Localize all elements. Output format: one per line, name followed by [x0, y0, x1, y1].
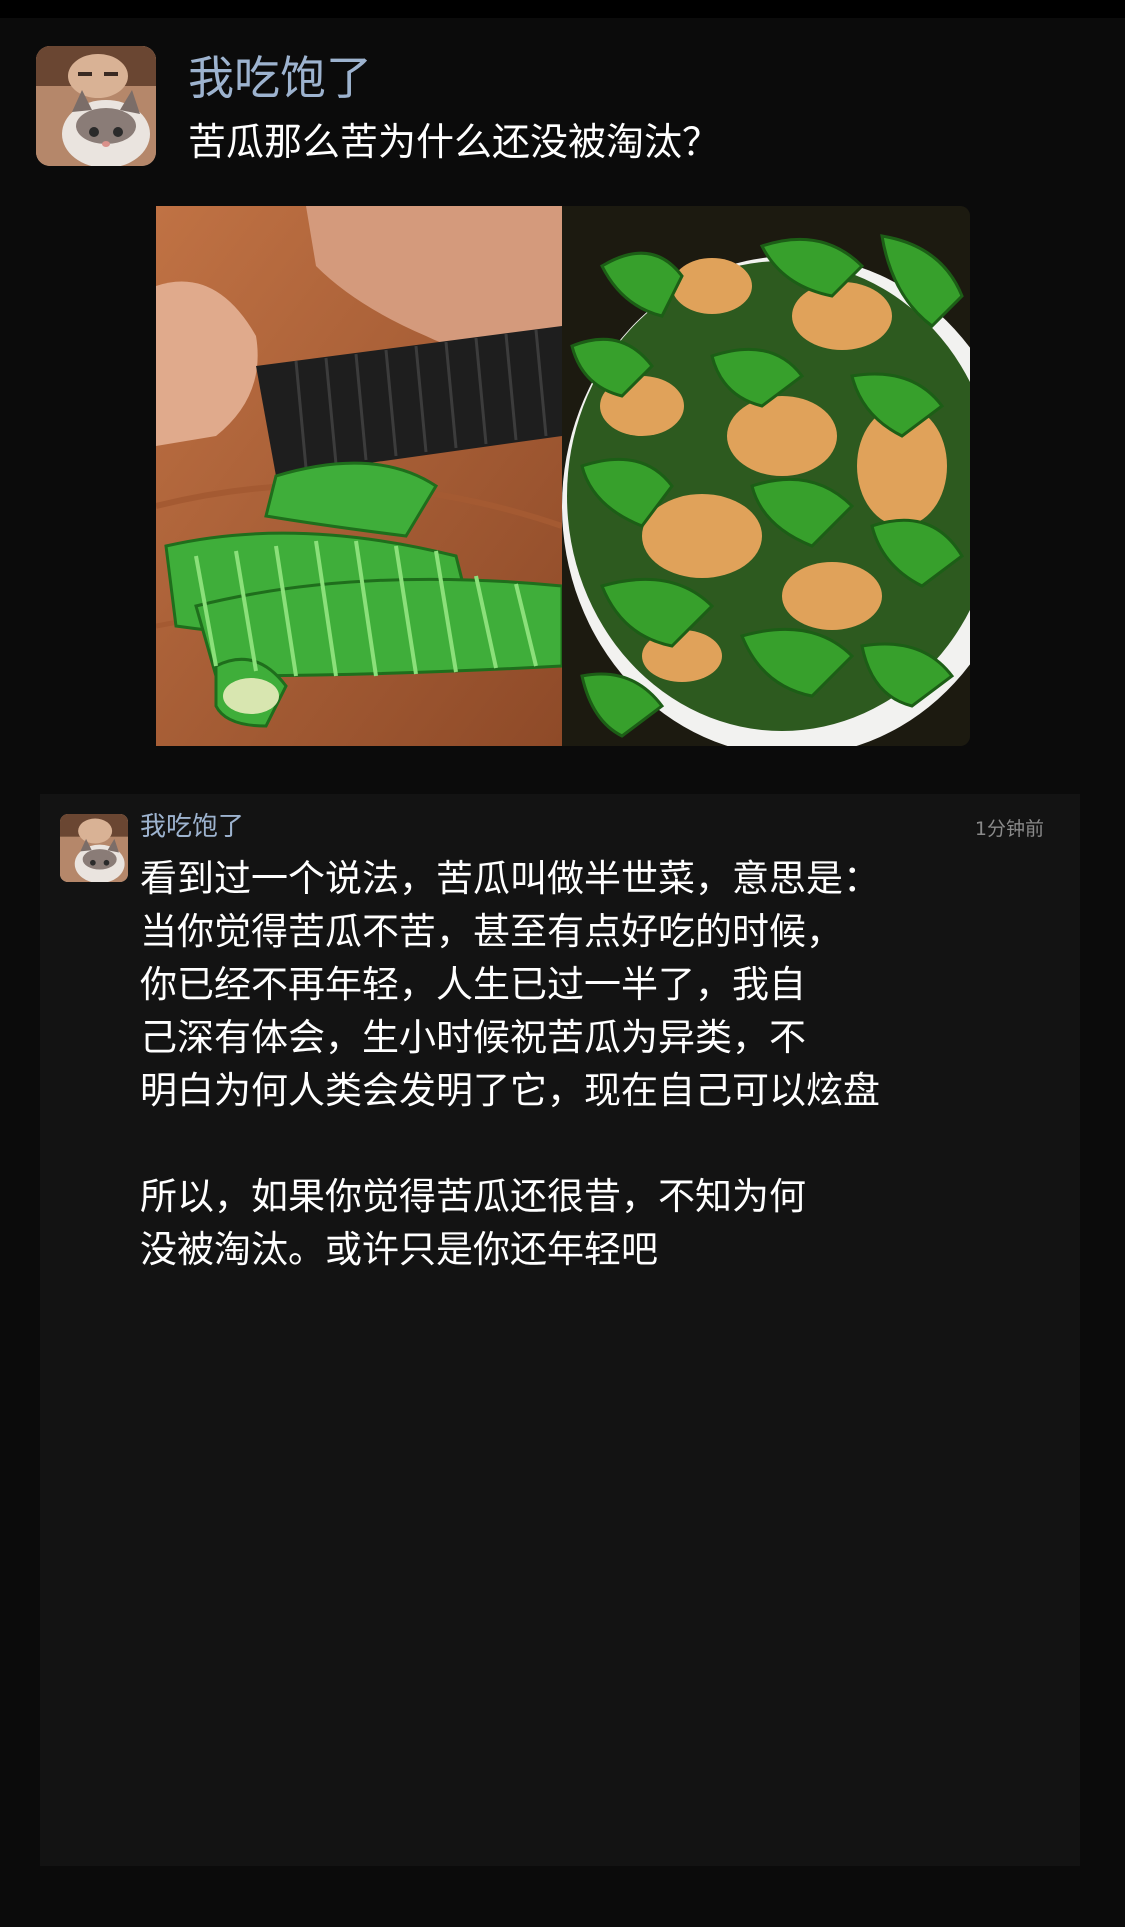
- comment-line: 你已经不再年轻，人生已过一半了，我自: [140, 963, 806, 1006]
- post-title[interactable]: 苦瓜那么苦为什么还没被淘汰？: [188, 116, 720, 168]
- bitter-melon-egg-dish-image: [562, 206, 970, 746]
- comment-line: 明白为何人类会发明了它，现在自己可以炫盘: [140, 1069, 880, 1112]
- comment-line: 没被淘汰。或许只是你还年轻吧: [140, 1228, 658, 1271]
- avatar-cat-image: [36, 46, 156, 166]
- status-strip: [0, 0, 1125, 18]
- comment-author-avatar[interactable]: [60, 814, 128, 882]
- post-author-avatar[interactable]: [36, 46, 156, 166]
- photo-stir-fried-bitter-melon-eggs[interactable]: [562, 206, 970, 746]
- post-author-name[interactable]: 我吃饱了: [188, 50, 372, 106]
- comment-text: 看到过一个说法，苦瓜叫做半世菜，意思是： 当你觉得苦瓜不苦，甚至有点好吃的时候，…: [140, 852, 1040, 1276]
- comment-line: 当你觉得苦瓜不苦，甚至有点好吃的时候，: [140, 910, 843, 953]
- comment-line: 看到过一个说法，苦瓜叫做半世菜，意思是：: [140, 857, 880, 900]
- comment-timestamp: 1分钟前: [974, 818, 1044, 840]
- comment-author-name[interactable]: 我吃饱了: [140, 810, 244, 844]
- comment-card: 我吃饱了 1分钟前 看到过一个说法，苦瓜叫做半世菜，意思是： 当你觉得苦瓜不苦，…: [40, 794, 1080, 1866]
- avatar-cat-image: [60, 814, 128, 882]
- comment-line: 所以，如果你觉得苦瓜还很昔，不知为何: [140, 1175, 806, 1218]
- bitter-melon-cutting-image: [156, 206, 562, 746]
- comment-line: 己深有体会，生小时候祝苦瓜为异类，不: [140, 1016, 806, 1059]
- photo-slicing-bitter-melon[interactable]: [156, 206, 562, 746]
